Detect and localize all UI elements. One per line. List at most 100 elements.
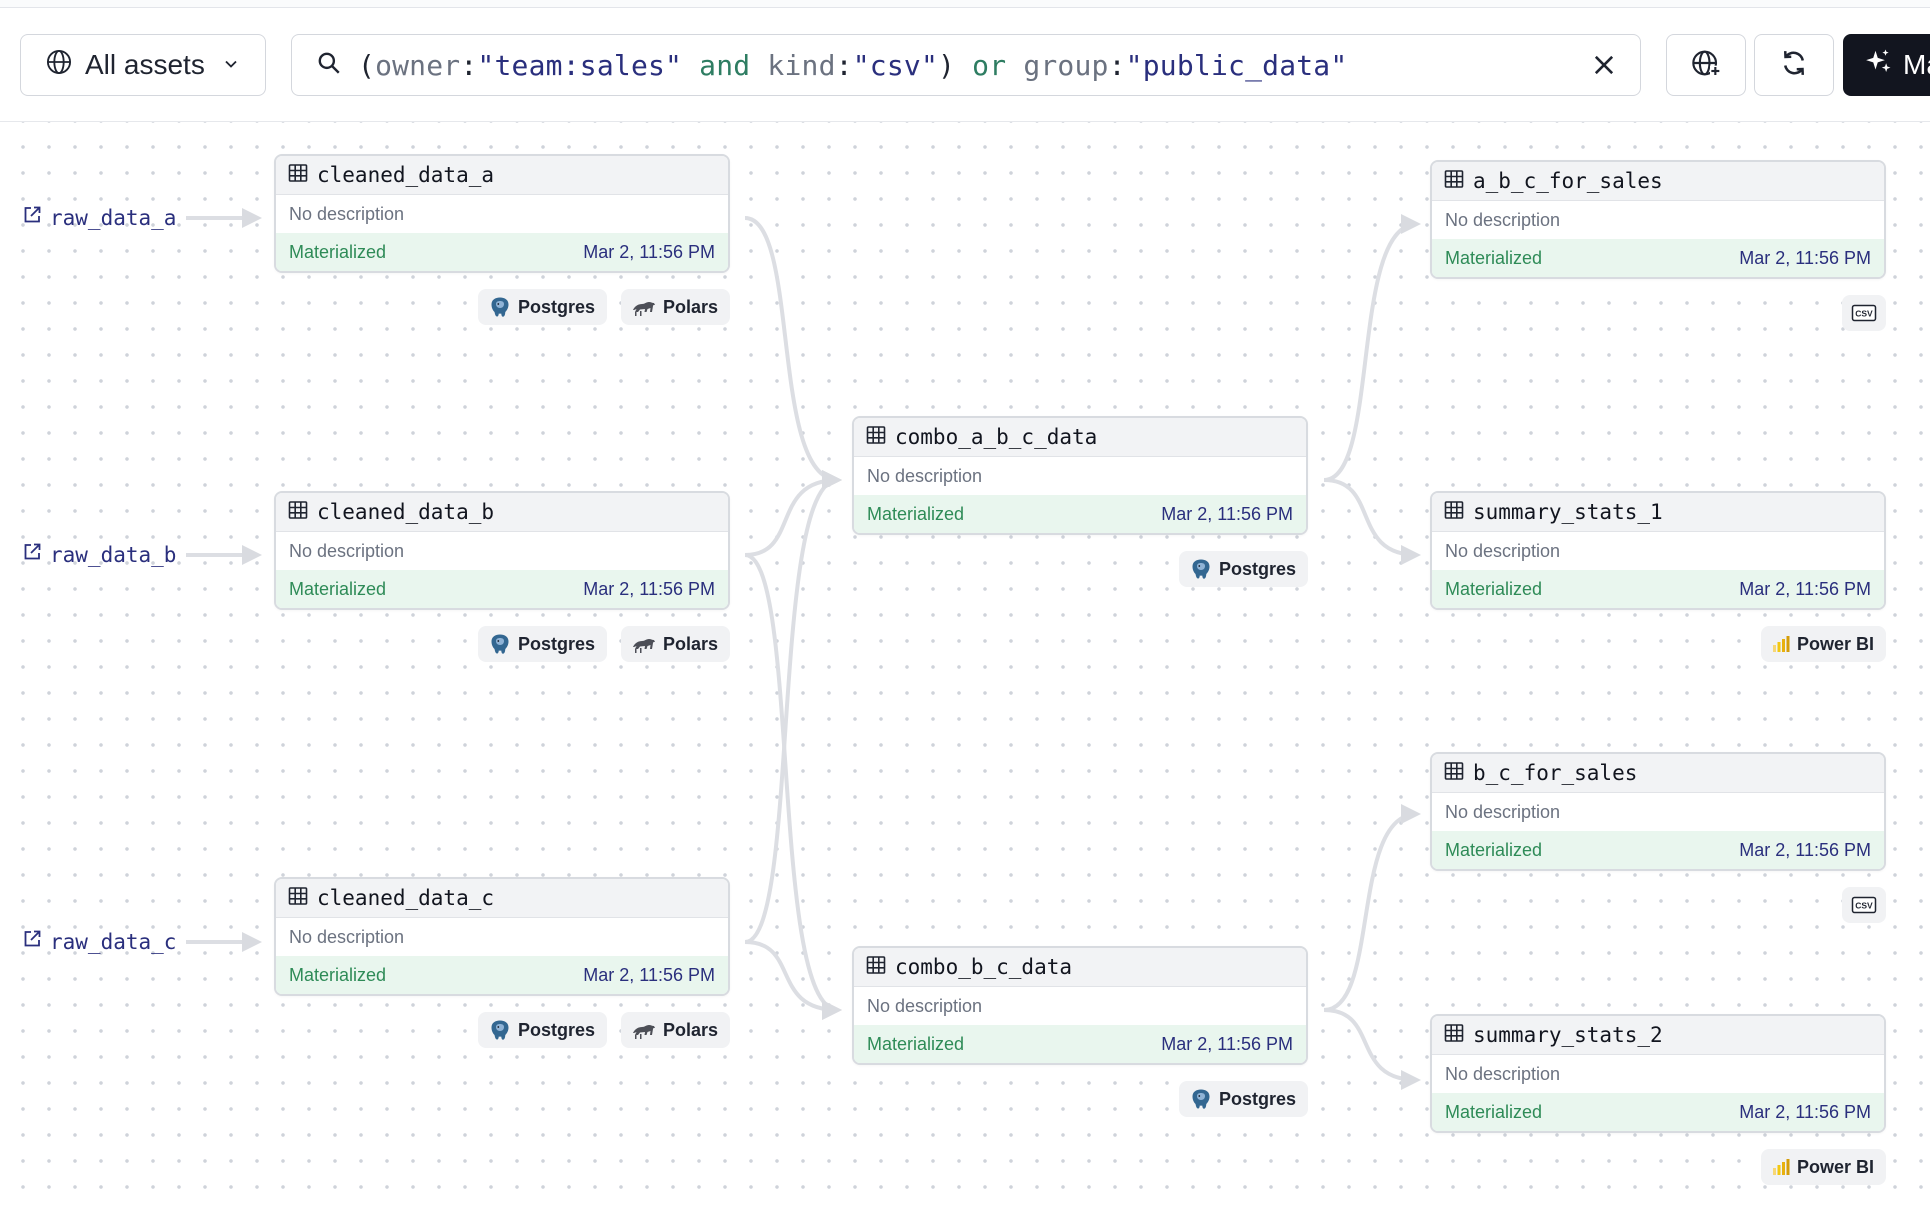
node-kind-tags: Postgres [852, 551, 1308, 587]
node-description: No description [289, 540, 405, 561]
csv-icon: CSV [1851, 896, 1877, 914]
status-timestamp[interactable]: Mar 2, 11:56 PM [1739, 840, 1871, 861]
table-icon [866, 955, 886, 980]
source-label: raw_data_c [50, 929, 177, 954]
status-timestamp[interactable]: Mar 2, 11:56 PM [1161, 1034, 1293, 1055]
node-title: summary_stats_2 [1473, 1023, 1663, 1047]
asset-node-summary-stats-2[interactable]: summary_stats_2 No description Materialize… [1430, 1014, 1886, 1133]
edge-cleaned-c-to-combo-abc [744, 470, 842, 944]
node-kind-tags: Postgres Polars [274, 626, 730, 662]
asset-node-combo-a-b-c-data[interactable]: combo_a_b_c_data No description Materializ… [852, 416, 1308, 535]
kind-tag-polars[interactable]: Polars [620, 626, 730, 662]
node-header: cleaned_data_a [276, 156, 728, 195]
node-status-row: Materialized Mar 2, 11:56 PM [1432, 1093, 1884, 1131]
asset-node-cleaned-data-b[interactable]: cleaned_data_b No description Materialized… [274, 491, 730, 610]
postgres-icon [1189, 1087, 1213, 1111]
edge-combo-bc-to-stats-2 [1323, 1008, 1421, 1090]
node-title: combo_a_b_c_data [895, 425, 1098, 449]
source-label: raw_data_a [50, 205, 177, 230]
node-header: cleaned_data_b [276, 493, 728, 532]
table-icon [288, 886, 308, 911]
status-timestamp[interactable]: Mar 2, 11:56 PM [583, 579, 715, 600]
polars-icon [631, 296, 657, 318]
status-badge: Materialized [289, 578, 387, 599]
node-title: b_c_for_sales [1473, 761, 1638, 785]
node-header: b_c_for_sales [1432, 754, 1884, 793]
source-link-raw-data-a[interactable]: raw_data_a [22, 205, 176, 230]
postgres-icon [488, 295, 512, 319]
source-link-raw-data-c[interactable]: raw_data_c [22, 929, 176, 954]
polars-icon [631, 1019, 657, 1041]
node-description: No description [1445, 801, 1561, 822]
node-header: a_b_c_for_sales [1432, 162, 1884, 201]
status-timestamp[interactable]: Mar 2, 11:56 PM [583, 242, 715, 263]
node-description: No description [289, 203, 405, 224]
csv-icon: CSV [1851, 304, 1877, 322]
status-timestamp[interactable]: Mar 2, 11:56 PM [1739, 1102, 1871, 1123]
kind-tag-postgres[interactable]: Postgres [1178, 551, 1308, 587]
kind-tag-postgres[interactable]: Postgres [1178, 1081, 1308, 1117]
kind-tag-power-bi[interactable]: Power BI [1760, 1149, 1886, 1185]
status-timestamp[interactable]: Mar 2, 11:56 PM [583, 965, 715, 986]
status-badge: Materialized [1445, 839, 1543, 860]
source-link-raw-data-b[interactable]: raw_data_b [22, 542, 176, 567]
status-badge: Materialized [289, 964, 387, 985]
kind-tag-label: Postgres [517, 1019, 595, 1040]
kind-tag-postgres[interactable]: Postgres [477, 289, 607, 325]
kind-tag-csv[interactable]: CSV [1842, 295, 1886, 331]
kind-tag-label: Power BI [1796, 1156, 1874, 1177]
node-description: No description [867, 465, 983, 486]
edge-combo-abc-to-stats-1 [1323, 478, 1421, 565]
node-title: a_b_c_for_sales [1473, 169, 1663, 193]
node-description: No description [867, 995, 983, 1016]
status-badge: Materialized [867, 1033, 965, 1054]
asset-node-b-c-for-sales[interactable]: b_c_for_sales No description Materialized M… [1430, 752, 1886, 871]
asset-node-summary-stats-1[interactable]: summary_stats_1 No description Materialize… [1430, 491, 1886, 610]
node-kind-tags: Power BI [1430, 626, 1886, 662]
node-kind-tags: CSV [1430, 295, 1886, 331]
kind-tag-postgres[interactable]: Postgres [477, 626, 607, 662]
kind-tag-label: Postgres [517, 633, 595, 654]
status-badge: Materialized [867, 503, 965, 524]
node-status-row: Materialized Mar 2, 11:56 PM [854, 1025, 1306, 1063]
node-title: combo_b_c_data [895, 955, 1073, 979]
kind-tag-polars[interactable]: Polars [620, 289, 730, 325]
postgres-icon [488, 1018, 512, 1042]
table-icon [1444, 1023, 1464, 1048]
kind-tag-label: Polars [662, 1019, 718, 1040]
edge-cleaned-b-to-combo-abc [744, 470, 842, 557]
node-header: summary_stats_2 [1432, 1016, 1884, 1055]
table-icon [866, 425, 886, 450]
node-kind-tags: Postgres Polars [274, 289, 730, 325]
node-header: cleaned_data_c [276, 879, 728, 918]
asset-node-cleaned-data-c[interactable]: cleaned_data_c No description Materialized… [274, 877, 730, 996]
node-title: cleaned_data_a [317, 163, 495, 187]
edge-combo-bc-to-bc-sales [1323, 804, 1421, 1012]
polars-icon [631, 633, 657, 655]
status-timestamp[interactable]: Mar 2, 11:56 PM [1739, 579, 1871, 600]
table-icon [1444, 500, 1464, 525]
status-timestamp[interactable]: Mar 2, 11:56 PM [1161, 504, 1293, 525]
kind-tag-polars[interactable]: Polars [620, 1012, 730, 1048]
kind-tag-label: Postgres [1218, 1088, 1296, 1109]
powerbi-icon [1771, 634, 1791, 654]
status-timestamp[interactable]: Mar 2, 11:56 PM [1739, 248, 1871, 269]
kind-tag-csv[interactable]: CSV [1842, 887, 1886, 923]
table-icon [288, 500, 308, 525]
kind-tag-label: Polars [662, 296, 718, 317]
status-badge: Materialized [289, 241, 387, 262]
kind-tag-postgres[interactable]: Postgres [477, 1012, 607, 1048]
asset-node-a-b-c-for-sales[interactable]: a_b_c_for_sales No description Materialize… [1430, 160, 1886, 279]
kind-tag-power-bi[interactable]: Power BI [1760, 626, 1886, 662]
asset-node-cleaned-data-a[interactable]: cleaned_data_a No description Materialized… [274, 154, 730, 273]
postgres-icon [1189, 557, 1213, 581]
edge-combo-abc-to-abc-sales [1323, 214, 1421, 482]
kind-tag-label: Power BI [1796, 633, 1874, 654]
node-status-row: Materialized Mar 2, 11:56 PM [1432, 570, 1884, 608]
svg-text:CSV: CSV [1855, 309, 1873, 319]
powerbi-icon [1771, 1157, 1791, 1177]
external-link-icon [22, 205, 42, 230]
node-header: summary_stats_1 [1432, 493, 1884, 532]
asset-node-combo-b-c-data[interactable]: combo_b_c_data No description Materialized… [852, 946, 1308, 1065]
node-description: No description [1445, 540, 1561, 561]
